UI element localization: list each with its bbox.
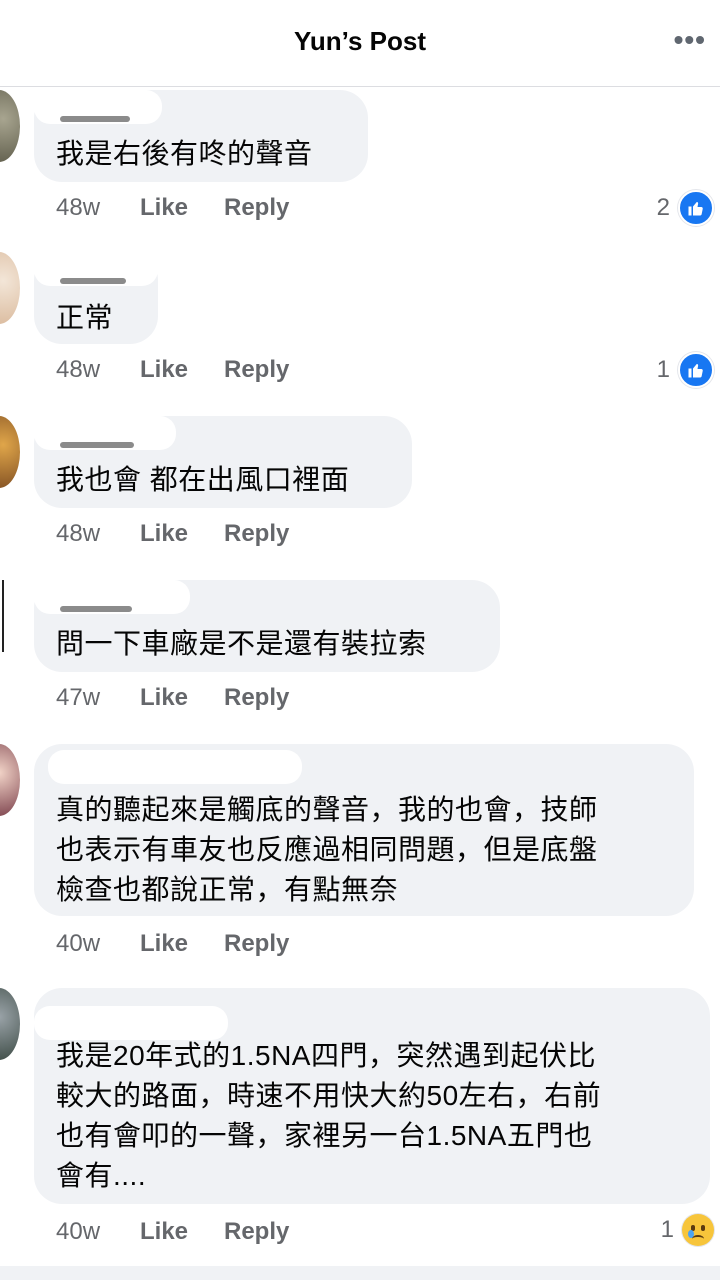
like-button[interactable]: Like <box>140 520 224 548</box>
comment-actions: 48w Like Reply <box>56 356 289 384</box>
comment-actions: 40w Like Reply <box>56 1218 289 1246</box>
name-redaction <box>60 116 130 122</box>
comment-time[interactable]: 48w <box>56 520 140 548</box>
reaction-summary[interactable]: 2 <box>657 190 714 226</box>
reaction-summary[interactable]: 1 <box>657 352 714 388</box>
avatar[interactable] <box>0 580 4 652</box>
reply-button[interactable]: Reply <box>224 520 289 548</box>
avatar[interactable] <box>0 744 20 816</box>
like-button[interactable]: Like <box>140 930 224 958</box>
name-redaction <box>60 278 126 284</box>
comment-time[interactable]: 47w <box>56 684 140 712</box>
name-redaction <box>60 442 134 448</box>
avatar[interactable] <box>0 252 20 324</box>
comment-text: 我是20年式的1.5NA四門，突然遇到起伏比 較大的路面，時速不用快大約50左右… <box>56 1040 602 1191</box>
comment-text: 真的聽起來是觸底的聲音，我的也會，技師 也表示有車友也反應過相同問題，但是底盤 … <box>56 794 598 905</box>
comment-bubble: 正常 <box>34 252 158 344</box>
reply-button[interactable]: Reply <box>224 930 289 958</box>
comment-text: 問一下車廠是不是還有裝拉索 <box>56 628 427 659</box>
post-header: Yun’s Post ••• <box>0 0 720 87</box>
comment-time[interactable]: 40w <box>56 930 140 958</box>
comment-text: 我也會 都在出風口裡面 <box>56 464 350 495</box>
reply-button[interactable]: Reply <box>224 1218 289 1246</box>
name-redaction <box>48 750 302 784</box>
comment-actions: 48w Like Reply <box>56 520 289 548</box>
comment-bubble: 真的聽起來是觸底的聲音，我的也會，技師 也表示有車友也反應過相同問題，但是底盤 … <box>34 744 694 916</box>
reply-button[interactable]: Reply <box>224 194 289 222</box>
name-redaction <box>34 1006 228 1040</box>
page-title: Yun’s Post <box>294 26 426 56</box>
avatar[interactable] <box>0 416 20 488</box>
comment-bubble: 我是右後有咚的聲音 <box>34 90 368 182</box>
like-button[interactable]: Like <box>140 194 224 222</box>
reply-button[interactable]: Reply <box>224 356 289 384</box>
sad-icon <box>682 1214 714 1246</box>
comment-bubble: 問一下車廠是不是還有裝拉索 <box>34 580 500 672</box>
like-button[interactable]: Like <box>140 356 224 384</box>
comment-time[interactable]: 48w <box>56 356 140 384</box>
reaction-summary[interactable]: 1 <box>661 1214 714 1246</box>
more-dots-icon[interactable]: ••• <box>674 26 706 54</box>
comment-time[interactable]: 40w <box>56 1218 140 1246</box>
comment-bubble: 我也會 都在出風口裡面 <box>34 416 412 508</box>
comment-actions: 48w Like Reply <box>56 194 289 222</box>
reaction-count: 1 <box>660 1216 674 1243</box>
name-redaction <box>60 606 132 612</box>
comment-text: 正常 <box>56 302 114 333</box>
reaction-count: 2 <box>656 194 670 221</box>
reaction-count: 1 <box>656 356 670 383</box>
comment-actions: 40w Like Reply <box>56 930 289 958</box>
like-icon <box>678 352 714 388</box>
comment-bubble: 我是20年式的1.5NA四門，突然遇到起伏比 較大的路面，時速不用快大約50左右… <box>34 988 710 1204</box>
like-button[interactable]: Like <box>140 1218 224 1246</box>
reply-button[interactable]: Reply <box>224 684 289 712</box>
like-icon <box>678 190 714 226</box>
bottom-divider <box>0 1266 720 1280</box>
like-button[interactable]: Like <box>140 684 224 712</box>
comment-actions: 47w Like Reply <box>56 684 289 712</box>
avatar[interactable] <box>0 988 20 1060</box>
comment-text: 我是右後有咚的聲音 <box>56 138 313 169</box>
avatar[interactable] <box>0 90 20 162</box>
comment-time[interactable]: 48w <box>56 194 140 222</box>
